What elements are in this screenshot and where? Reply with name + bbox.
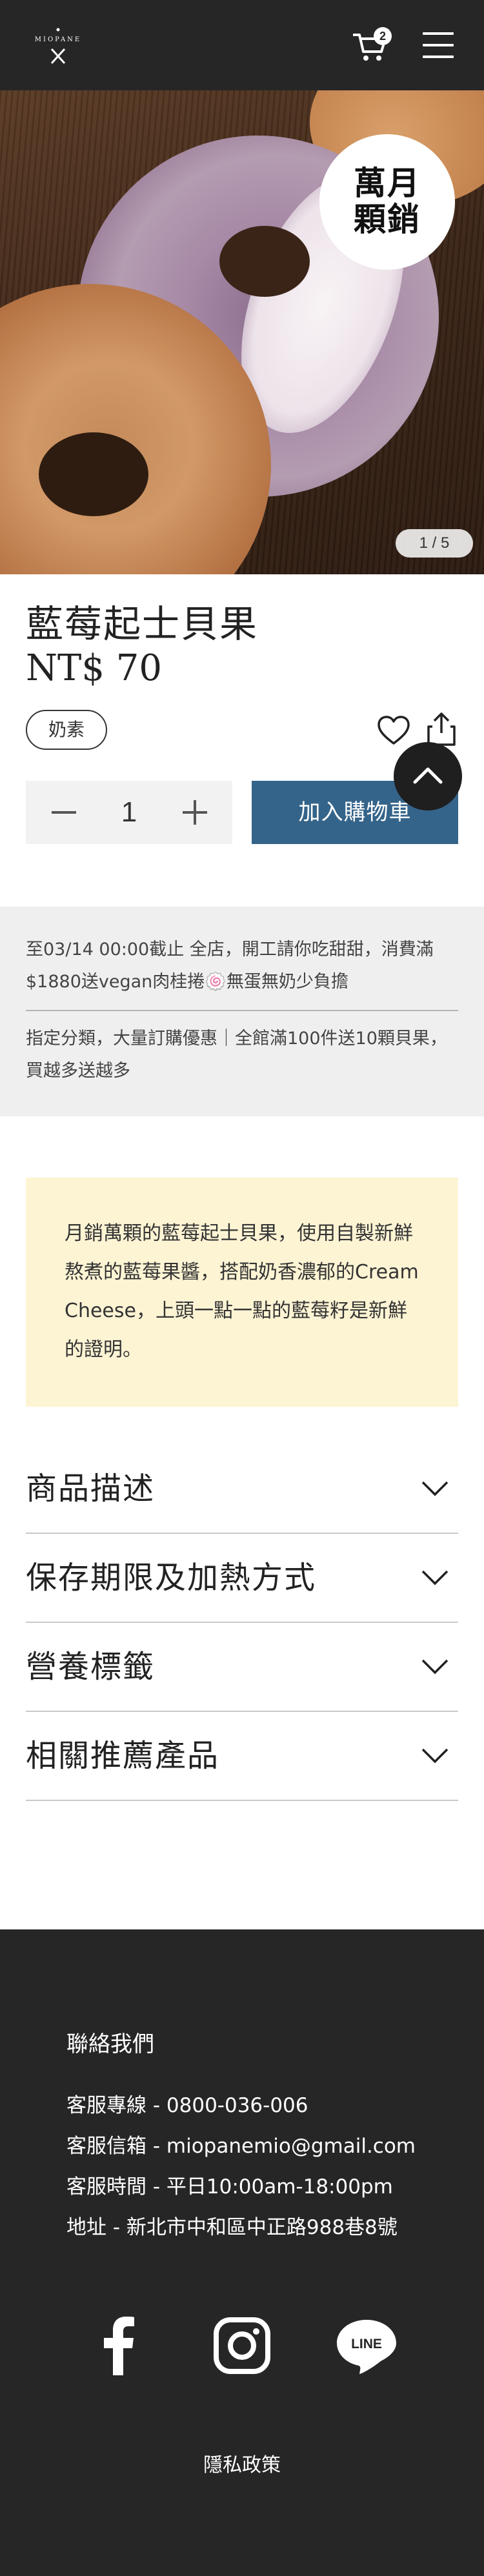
scroll-to-top-button[interactable]: [394, 742, 462, 810]
stamp-line: 顆銷: [354, 201, 421, 238]
site-header: MIOPANE 2: [0, 0, 484, 90]
chevron-down-icon: [421, 1748, 449, 1764]
accordion-label: 營養標籤: [26, 1649, 156, 1685]
product-name: 藍莓起士貝果: [26, 602, 259, 646]
accordion-storage-heating[interactable]: 保存期限及加熱方式: [26, 1534, 458, 1623]
accordion-product-description[interactable]: 商品描述: [26, 1445, 458, 1534]
line-logo-text: LINE: [351, 2337, 382, 2351]
cart-button[interactable]: 2: [352, 27, 392, 63]
footer-email[interactable]: 客服信箱 - miopanemio@gmail.com: [66, 2129, 416, 2158]
product-highlight-box: 月銷萬顆的藍莓起士貝果，使用自製新鮮熬煮的藍莓果醬，搭配奶香濃郁的Cream C…: [26, 1178, 458, 1407]
plus-icon[interactable]: [183, 800, 207, 825]
bagel-hole-image-part: [219, 226, 310, 297]
stamp-line: 萬月: [354, 165, 421, 202]
diet-tag: 奶素: [26, 710, 107, 750]
heart-icon: [378, 716, 410, 745]
logo-crossed-utensils-icon: [50, 28, 66, 65]
privacy-policy-link[interactable]: 隱私政策: [0, 2449, 484, 2477]
footer-hours: 客服時間 - 平日10:00am-18:00pm: [66, 2175, 393, 2199]
cart-count-badge: 2: [374, 27, 392, 45]
chevron-down-icon: [421, 1481, 449, 1496]
footer-title: 聯絡我們: [66, 2031, 154, 2057]
favorite-button[interactable]: [377, 715, 410, 746]
footer-address: 地址 - 新北市中和區中正路988巷8號: [66, 2216, 398, 2239]
promotion-text: 指定分類，大量訂購優惠｜全館滿100件送10顆貝果，買越多送越多: [26, 1029, 447, 1081]
accordion-related-products[interactable]: 相關推薦產品: [26, 1712, 458, 1801]
accordion-nutrition-label[interactable]: 營養標籤: [26, 1623, 458, 1712]
product-price: NT$ 70: [26, 647, 163, 689]
footer-phone[interactable]: 客服專線 - 0800-036-006: [66, 2089, 308, 2118]
logo-text: MIOPANE: [34, 36, 82, 43]
accordion-label: 相關推薦產品: [26, 1738, 220, 1774]
product-image-carousel[interactable]: 萬月 顆銷 1 / 5: [0, 90, 484, 574]
quantity-stepper: 1: [26, 781, 232, 844]
facebook-icon: [104, 2317, 134, 2375]
minus-icon[interactable]: [52, 811, 76, 814]
best-seller-stamp: 萬月 顆銷: [319, 134, 455, 270]
chevron-up-icon: [413, 767, 443, 784]
menu-icon[interactable]: [423, 31, 455, 59]
accordion-label: 保存期限及加熱方式: [26, 1560, 317, 1596]
line-icon: LINE: [337, 2320, 396, 2374]
quantity-value[interactable]: 1: [97, 781, 161, 844]
product-highlight-text: 月銷萬顆的藍莓起士貝果，使用自製新鮮熬煮的藍莓果醬，搭配奶香濃郁的Cream C…: [65, 1222, 419, 1361]
instagram-icon: [214, 2317, 270, 2374]
divider: [26, 1010, 458, 1011]
chevron-down-icon: [421, 1659, 449, 1675]
facebook-link[interactable]: [87, 2313, 152, 2378]
chevron-down-icon: [421, 1570, 449, 1585]
instagram-link[interactable]: [210, 2313, 274, 2378]
site-logo[interactable]: MIOPANE: [26, 26, 90, 66]
accordion-label: 商品描述: [26, 1471, 156, 1507]
line-link[interactable]: LINE: [334, 2313, 399, 2378]
carousel-pager: 1 / 5: [396, 529, 473, 558]
promotion-text: 至03/14 00:00截止 全店，開工請你吃甜甜，消費滿$1880送vegan…: [26, 940, 434, 992]
bagel-hole-image-part: [39, 432, 148, 516]
promotion-panel: 至03/14 00:00截止 全店，開工請你吃甜甜，消費滿$1880送vegan…: [0, 907, 484, 1116]
site-footer: 聯絡我們 客服專線 - 0800-036-006 客服信箱 - miopanem…: [0, 1929, 484, 2576]
